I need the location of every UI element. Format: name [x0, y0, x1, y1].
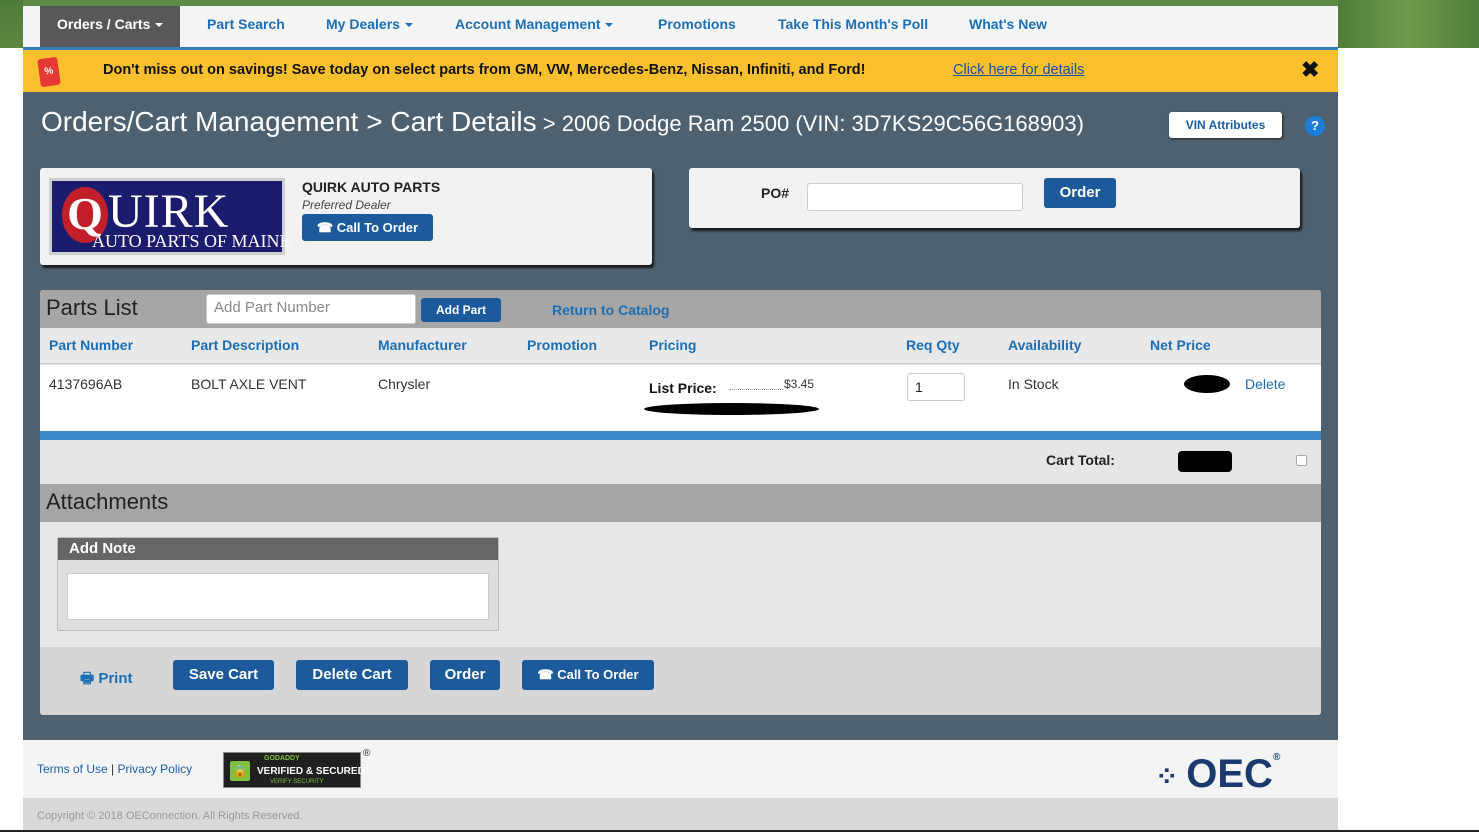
nav-account-management[interactable]: Account Management [438, 6, 630, 47]
quantity-input[interactable]: 1 [907, 373, 965, 401]
list-price-label: List Price: [649, 380, 717, 396]
attachments-title: Attachments [46, 489, 169, 514]
dealer-status: Preferred Dealer [302, 198, 391, 212]
save-cart-button[interactable]: Save Cart [173, 660, 274, 690]
nav-my-dealers[interactable]: My Dealers [309, 6, 430, 47]
caret-down-icon [605, 23, 614, 28]
copyright-text: Copyright © 2018 OEConnection. All Right… [37, 810, 303, 822]
po-label: PO# [761, 185, 790, 201]
select-checkbox[interactable] [1296, 455, 1307, 466]
footer-links: Terms of Use | Privacy Policy [37, 762, 193, 776]
action-bar: 🖶 Print Save Cart Delete Cart Order ☎ Ca… [40, 647, 1321, 715]
price-tag-icon: % [37, 56, 61, 88]
manufacturer: Chrysler [378, 376, 431, 392]
copyright-bar: Copyright © 2018 OEConnection. All Right… [23, 798, 1338, 832]
nav-promotions[interactable]: Promotions [641, 6, 753, 47]
left-background [0, 0, 23, 832]
col-manufacturer[interactable]: Manufacturer [378, 337, 467, 353]
redacted-net-price [1184, 375, 1230, 393]
order-button[interactable]: Order [1044, 178, 1116, 208]
app-window: Orders / Carts Part Search My Dealers Ac… [23, 0, 1338, 832]
po-panel: PO# Order [689, 168, 1300, 228]
col-part-number[interactable]: Part Number [49, 337, 133, 353]
return-to-catalog-link[interactable]: Return to Catalog [552, 302, 669, 318]
col-req-qty[interactable]: Req Qty [906, 337, 960, 353]
order-button[interactable]: Order [430, 660, 500, 690]
table-header: Part Number Part Description Manufacture… [40, 328, 1321, 364]
caret-down-icon [404, 23, 413, 28]
close-icon[interactable]: ✖ [1301, 57, 1319, 83]
parts-panel: Parts List Add Part Number Add Part Retu… [40, 290, 1321, 715]
col-availability[interactable]: Availability [1008, 337, 1081, 353]
promo-banner: % Don't miss out on savings! Save today … [23, 47, 1338, 92]
note-textarea[interactable] [67, 573, 489, 620]
privacy-link[interactable]: Privacy Policy [118, 762, 193, 776]
list-price-value: $3.45 [784, 377, 815, 391]
security-badge[interactable]: 🔒 GODADDY VERIFIED & SECURED VERIFY SECU… [223, 752, 365, 788]
redacted-total [1178, 451, 1232, 472]
terms-link[interactable]: Terms of Use [37, 762, 108, 776]
table-row: 4137696AB BOLT AXLE VENT Chrysler List P… [40, 365, 1321, 431]
availability: In Stock [1008, 376, 1059, 392]
parts-header: Parts List Add Part Number Add Part Retu… [40, 290, 1321, 328]
banner-text: Don't miss out on savings! Save today on… [103, 62, 866, 78]
lock-icon: 🔒 [230, 761, 250, 781]
top-nav: Orders / Carts Part Search My Dealers Ac… [23, 0, 1338, 47]
nav-poll[interactable]: Take This Month's Poll [761, 6, 945, 47]
print-button[interactable]: 🖶 Print [80, 668, 133, 693]
col-net-price[interactable]: Net Price [1150, 337, 1211, 353]
oec-logo: ⁘ OEC® [1155, 752, 1281, 796]
dealer-logo: Q UIRK AUTO PARTS OF MAINE [49, 178, 290, 255]
part-number: 4137696AB [49, 376, 123, 392]
nav-whats-new[interactable]: What's New [952, 6, 1064, 47]
footer: Terms of Use | Privacy Policy 🔒 GODADDY … [23, 740, 1338, 798]
nav-part-search[interactable]: Part Search [190, 6, 302, 47]
caret-down-icon [155, 23, 164, 28]
vehicle-info: > 2006 Dodge Ram 2500 (VIN: 3D7KS29C56G1… [536, 111, 1084, 136]
po-input[interactable] [807, 183, 1023, 211]
call-to-order-button[interactable]: ☎ Call To Order [302, 214, 433, 241]
dealer-name: QUIRK AUTO PARTS [302, 179, 441, 195]
nav-orders-carts[interactable]: Orders / Carts [40, 6, 181, 47]
add-note-panel: Add Note [57, 537, 499, 631]
banner-details-link[interactable]: Click here for details [953, 62, 1084, 78]
col-promotion[interactable]: Promotion [527, 337, 597, 353]
delete-link[interactable]: Delete [1245, 376, 1285, 392]
printer-icon: 🖶 [80, 670, 99, 687]
add-part-button[interactable]: Add Part [421, 298, 501, 322]
cart-total-label: Cart Total: [1046, 452, 1115, 468]
page-title: Orders/Cart Management > Cart Details > … [41, 106, 1084, 138]
vin-attributes-button[interactable]: VIN Attributes [1169, 112, 1282, 138]
right-background-top [1338, 0, 1479, 48]
call-to-order-button[interactable]: ☎ Call To Order [522, 660, 654, 690]
attachments-header: Attachments [40, 484, 1321, 522]
add-part-input[interactable]: Add Part Number [206, 294, 416, 324]
cart-total-row: Cart Total: [40, 440, 1321, 484]
col-part-description[interactable]: Part Description [191, 337, 299, 353]
parts-title: Parts List [46, 295, 138, 320]
right-background [1338, 0, 1479, 832]
part-description: BOLT AXLE VENT [191, 376, 307, 392]
help-icon[interactable]: ? [1305, 116, 1325, 136]
dots-icon: ⁘ [1155, 760, 1187, 792]
breadcrumb: Orders/Cart Management > Cart Details [41, 106, 537, 137]
redacted-price [644, 403, 819, 415]
delete-cart-button[interactable]: Delete Cart [296, 660, 408, 690]
add-note-title: Add Note [58, 538, 498, 560]
dealer-panel: Q UIRK AUTO PARTS OF MAINE QUIRK AUTO PA… [40, 168, 652, 265]
col-pricing[interactable]: Pricing [649, 337, 696, 353]
